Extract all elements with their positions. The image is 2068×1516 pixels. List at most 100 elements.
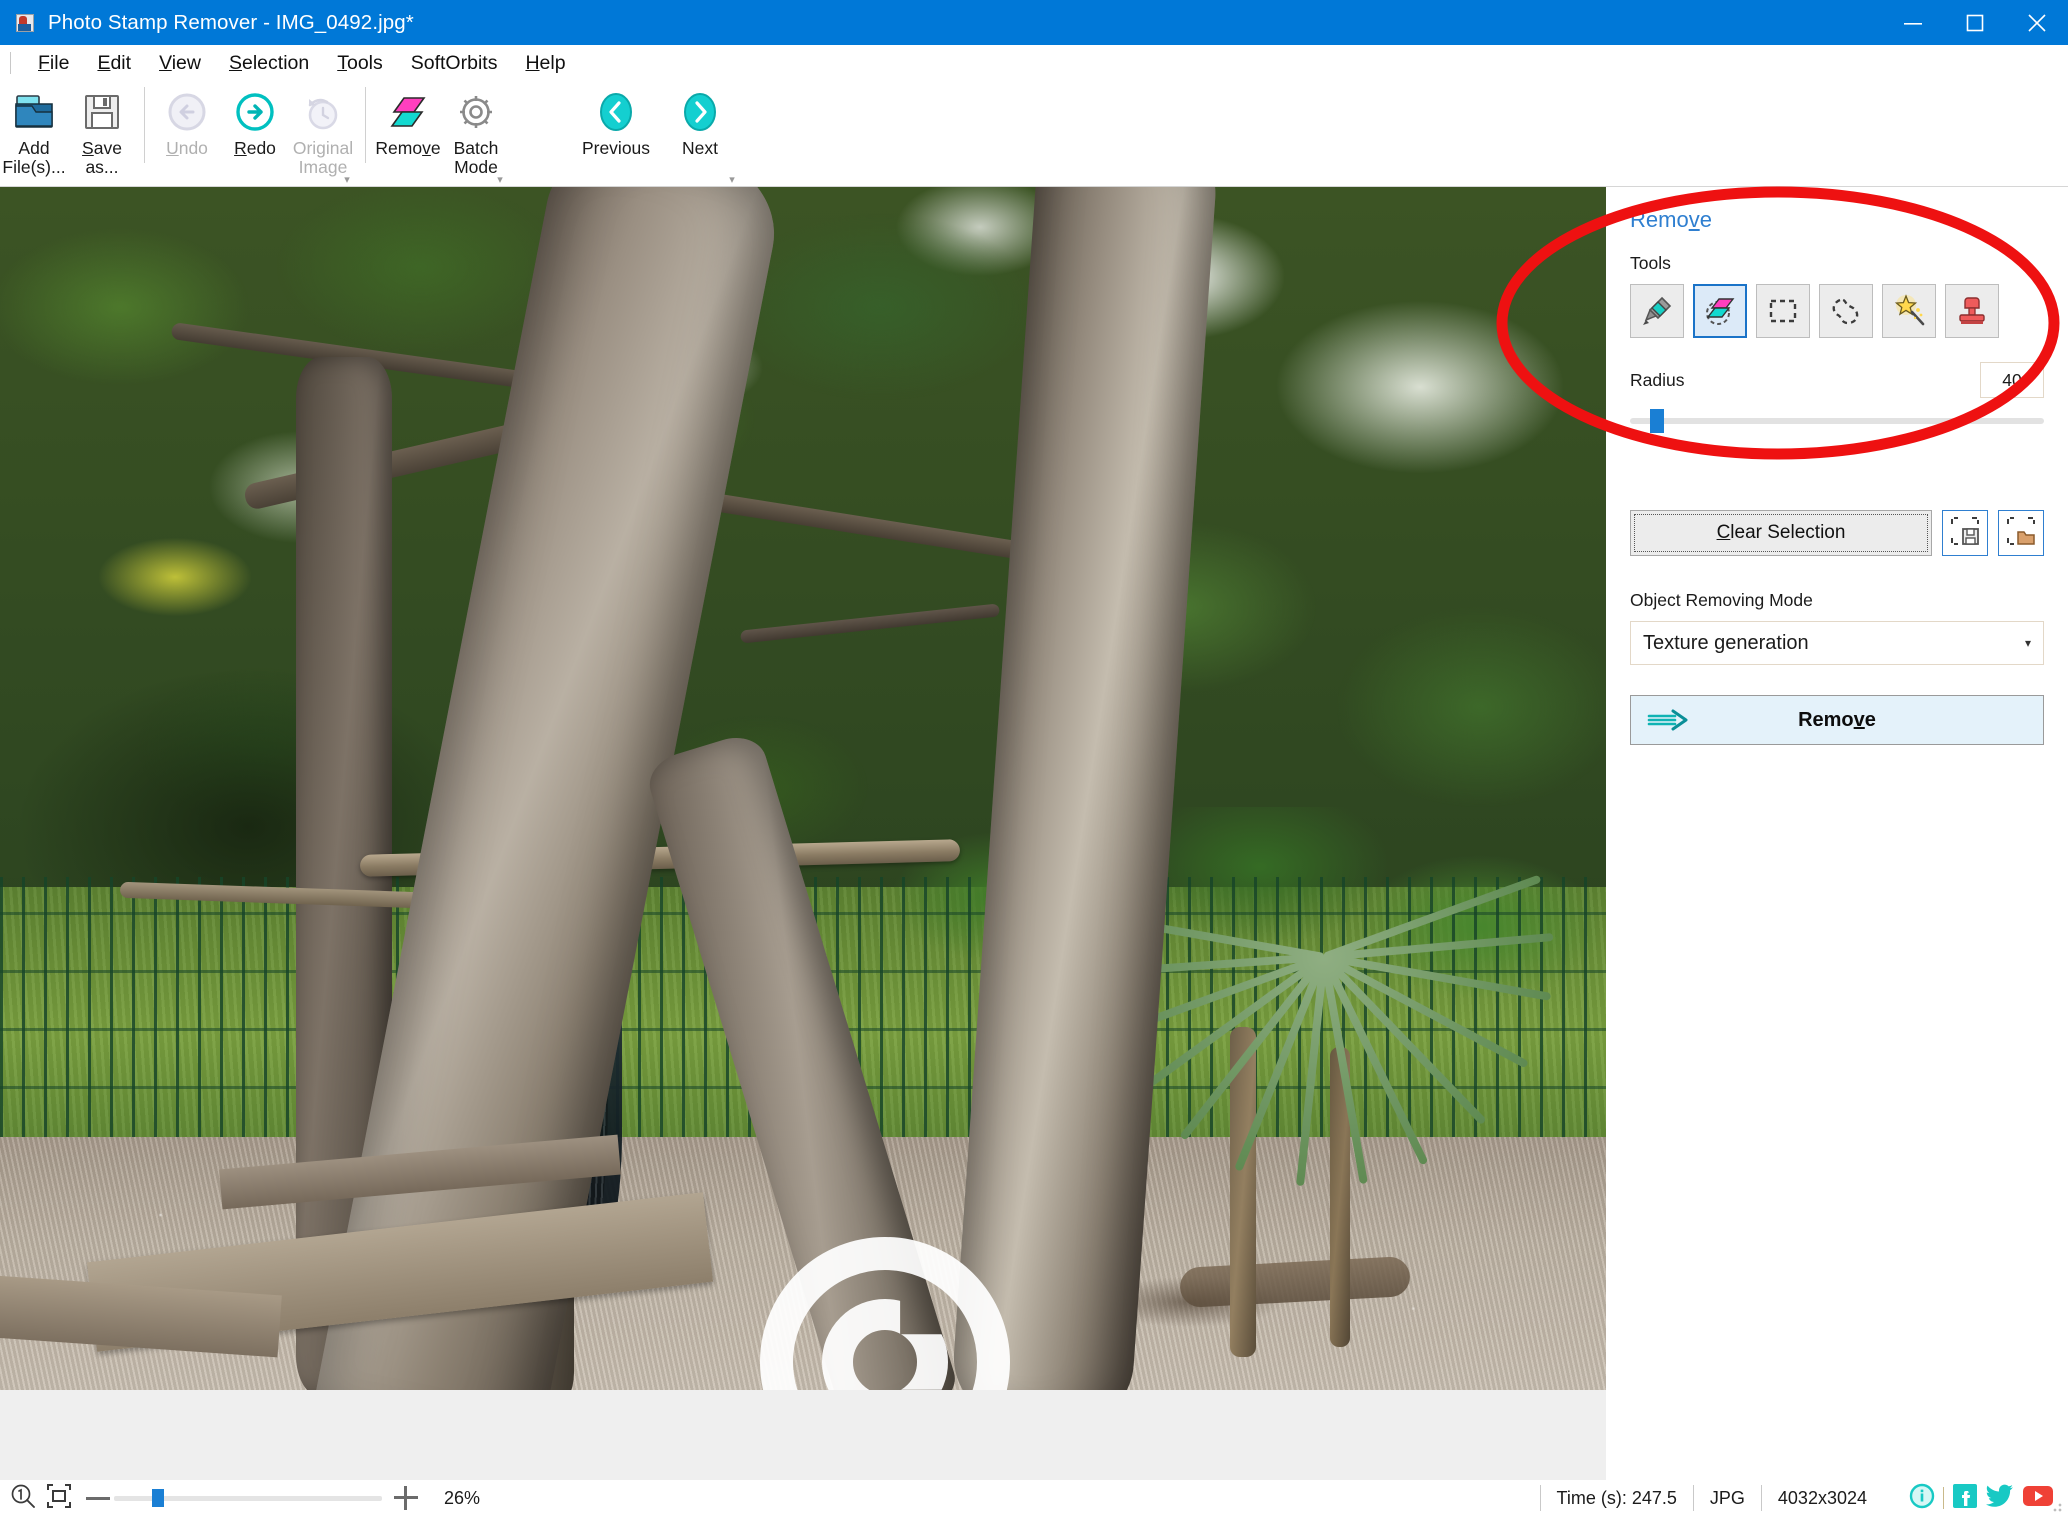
window-controls [1882,0,2068,45]
magic-wand-icon [1892,294,1926,328]
menu-item-view[interactable]: View [145,50,215,77]
clock-revert-icon [302,87,344,137]
social-divider [1943,1487,1944,1509]
history-group-expand-icon[interactable]: ▾ [341,173,353,186]
clone-stamp-icon [1955,294,1989,328]
fit-to-window-icon[interactable] [46,1483,72,1514]
actions-group-expand-icon[interactable]: ▾ [494,173,506,186]
remove-panel: Remove Tools Radius 40 Clear Selection O… [1606,187,2068,1480]
facebook-icon[interactable] [1952,1483,1978,1514]
object-removing-mode-label: Object Removing Mode [1630,590,1813,610]
original-image-button[interactable]: Original Image [289,81,357,181]
youtube-icon[interactable] [2022,1484,2054,1513]
toolbar-group-actions: Remove Batch Mode ▾ [374,81,510,187]
tool-eraser-brush[interactable] [1693,284,1747,338]
window-title: Photo Stamp Remover - IMG_0492.jpg* [48,10,414,34]
social-links [1909,1483,2054,1514]
remove-toolbar-label: Remove [375,138,441,158]
save-as-label: Save as... [82,138,122,177]
save-as-button[interactable]: Save as... [68,81,136,181]
rectangle-select-icon [1766,294,1800,328]
minimize-button[interactable] [1882,0,1944,45]
undo-arrow-icon [166,87,208,137]
marker-pen-icon [1640,294,1674,328]
menu-item-softorbits[interactable]: SoftOrbits [397,50,512,77]
tool-marker-pen[interactable] [1630,284,1684,338]
navigation-group-expand-icon[interactable]: ▾ [726,173,738,186]
radius-label: Radius [1630,369,1685,390]
save-selection-button[interactable] [1942,510,1988,556]
menu-item-edit[interactable]: Edit [83,50,145,77]
load-selection-button[interactable] [1998,510,2044,556]
menu-item-tools[interactable]: Tools [323,50,397,77]
maximize-button[interactable] [1944,0,2006,45]
toolbar-separator-2 [365,87,366,163]
menu-bar: File Edit View Selection Tools SoftOrbit… [0,45,2068,81]
remove-button-label: Remove [1798,708,1876,731]
zoom-out-button[interactable] [86,1496,110,1500]
next-label: Next [682,138,718,158]
toolbar-separator-1 [144,87,145,163]
tools-palette [1630,284,2044,338]
status-time: Time (s): 247.5 [1539,1485,1693,1511]
resize-grip[interactable] [2052,1501,2064,1513]
zoom-level-value: 26% [444,1487,481,1508]
object-removing-mode-value: Texture generation [1643,631,1809,654]
tool-lasso-select[interactable] [1819,284,1873,338]
tool-clone-stamp[interactable] [1945,284,1999,338]
menu-item-selection[interactable]: Selection [215,50,323,77]
selection-actions-row: Clear Selection [1630,510,2044,556]
twitter-bird-icon[interactable] [1985,1483,2014,1514]
floppy-disk-icon [82,87,122,137]
radius-slider[interactable] [1630,406,2044,433]
application-window: Photo Stamp Remover - IMG_0492.jpg* File… [0,0,2068,1516]
radius-input[interactable]: 40 [1980,362,2044,398]
menu-item-file[interactable]: File [24,50,83,77]
undo-label: Undo [166,138,208,158]
image-canvas[interactable] [0,187,1606,1480]
object-removing-mode-select[interactable]: Texture generation ▾ [1630,621,2044,665]
redo-label: Redo [234,138,276,158]
remove-button[interactable]: Remove [1630,695,2044,745]
title-bar: Photo Stamp Remover - IMG_0492.jpg* [0,0,2068,45]
photo-peacock-on-branch[interactable] [0,187,1606,1390]
open-folder-icon [12,87,56,137]
radius-slider-thumb[interactable] [1650,409,1664,433]
radius-slider-track [1630,418,2044,424]
save-selection-icon [1950,516,1980,551]
redo-button[interactable]: Redo [221,81,289,181]
tools-label: Tools [1630,253,1671,273]
clear-selection-button[interactable]: Clear Selection [1630,510,1932,556]
remove-toolbar-button[interactable]: Remove [374,81,442,181]
zoom-in-button[interactable] [394,1486,418,1510]
actual-size-icon[interactable] [10,1483,36,1514]
zoom-slider-thumb[interactable] [152,1489,164,1507]
zoom-controls [10,1483,72,1514]
tool-rectangle-select[interactable] [1756,284,1810,338]
status-bar: 26% Time (s): 247.5 JPG 4032x3024 [0,1480,2068,1516]
close-button[interactable] [2006,0,2068,45]
panel-title: Remove [1630,207,1712,232]
batch-mode-button[interactable]: Batch Mode [442,81,510,181]
gear-icon [455,87,497,137]
undo-button[interactable]: Undo [153,81,221,181]
redo-arrow-icon [234,87,276,137]
eraser-icon [386,87,430,137]
radius-row: Radius 40 [1630,362,2044,398]
menu-item-help[interactable]: Help [511,50,579,77]
main-toolbar: Add File(s)... Save as... Undo Redo Orig… [0,81,2068,187]
next-button[interactable]: Next [658,81,742,181]
previous-label: Previous [581,138,651,158]
tool-magic-wand[interactable] [1882,284,1936,338]
info-circle-icon[interactable] [1909,1483,1935,1514]
zoom-slider[interactable] [114,1489,382,1507]
chevron-down-icon: ▾ [2024,636,2031,650]
previous-button[interactable]: Previous [574,81,658,181]
status-dimensions: 4032x3024 [1760,1485,1883,1511]
eraser-brush-icon [1703,294,1737,328]
lasso-select-icon [1829,294,1863,328]
chevron-right-circle-icon [678,87,722,137]
add-files-button[interactable]: Add File(s)... [0,81,68,181]
canvas-empty-area [0,1390,1606,1480]
palm-plant [1094,874,1560,1347]
